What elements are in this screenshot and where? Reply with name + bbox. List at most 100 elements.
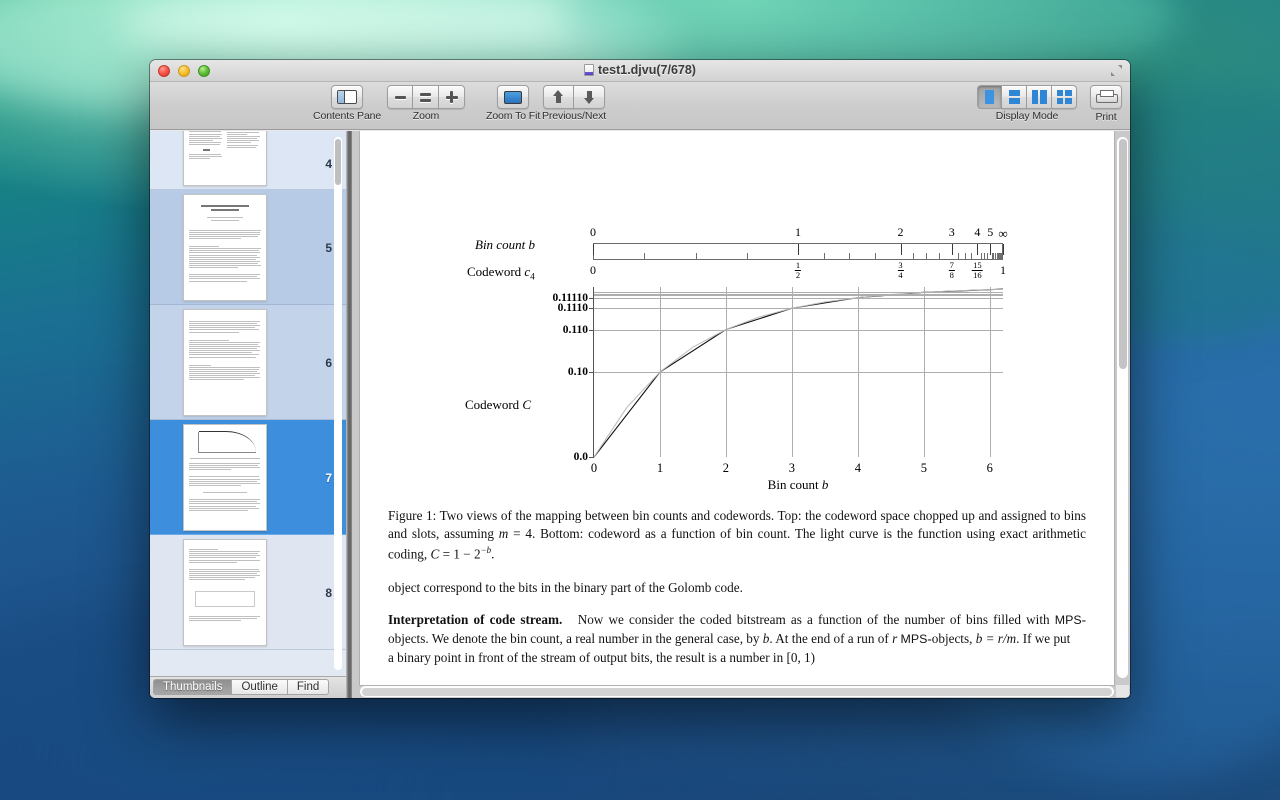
main-toolbar: Contents Pane Zoom Zoom To Fit Previous/…	[150, 82, 1130, 130]
window-resize-grip[interactable]	[1116, 685, 1129, 697]
line-chart: 0.0 0.10 0.110 0.1110 0.11110 0 1 2 3 4 5 6 Bin cou…	[553, 287, 1003, 492]
chart-y-tick-mark	[589, 457, 594, 458]
plot-area: 0.0 0.10 0.110 0.1110 0.11110 0 1 2 3 4 5 6	[553, 287, 1003, 475]
para2-mps-2: MPS	[900, 631, 928, 646]
list-item[interactable]: 4	[150, 131, 346, 190]
body-paragraph-2: Interpretation of code stream. Now we co…	[388, 611, 1086, 648]
previous-page-button[interactable]	[543, 85, 575, 109]
minus-icon	[394, 95, 406, 99]
ruler-major-tick	[593, 244, 594, 255]
zoom-actual-size-button[interactable]	[413, 85, 439, 109]
display-mode-single-page-button[interactable]	[977, 85, 1002, 109]
para2-part-a: Now we consider the coded bitstream as a…	[577, 612, 1055, 628]
fullscreen-icon[interactable]	[1110, 64, 1123, 77]
caption-exponent: −b	[480, 545, 492, 556]
sidebar-scrollbar[interactable]	[334, 137, 342, 670]
ruler-minor-tick	[913, 253, 915, 260]
print-button[interactable]	[1090, 85, 1122, 109]
chart-x-tick-label: 1	[656, 461, 664, 475]
list-item[interactable]: 8	[150, 535, 346, 650]
contents-pane-label: Contents Pane	[313, 110, 382, 122]
tab-thumbnails[interactable]: Thumbnails	[153, 679, 233, 695]
ruler-minor-tick	[938, 253, 940, 260]
tab-outline-label: Outline	[241, 681, 278, 693]
four-page-grid-icon	[1056, 90, 1072, 104]
thumbnail-list[interactable]: 4 5 6 7 8	[150, 131, 346, 676]
chart-x-axis-title: Bin count b	[767, 477, 829, 492]
list-item[interactable]: 6	[150, 305, 346, 420]
document-vscrollbar-thumb[interactable]	[1118, 139, 1127, 369]
caption-C-var: C	[430, 546, 440, 562]
two-page-side-by-side-icon	[1031, 90, 1047, 104]
previous-next-group: Previous/Next	[542, 85, 606, 122]
ruler-top-tick-label: 5	[987, 225, 994, 239]
display-mode-group: Display Mode	[977, 85, 1077, 122]
zoom-out-button[interactable]	[387, 85, 413, 109]
ruler-bottom-axis-label: Codeword c4	[467, 264, 535, 282]
chart-x-tick-label: 3	[788, 461, 796, 475]
window-content: 4 5 6 7 8 Thumbnails Outline Find Bin co…	[150, 131, 1130, 698]
chart-gridline-horizontal	[594, 372, 1003, 373]
thumbnail-page-image	[183, 194, 267, 301]
ruler-minor-tick	[874, 253, 876, 260]
chart-gridline-vertical	[791, 287, 793, 457]
ruler-minor-tick	[994, 253, 996, 260]
thumbnail-page-image	[183, 131, 267, 186]
display-mode-grid-button[interactable]	[1052, 85, 1077, 109]
page-nav-segmented-control	[543, 85, 606, 109]
thumbnail-page-image	[183, 309, 267, 416]
body-paragraph-3-clipped: a binary point in front of the stream of…	[388, 649, 816, 665]
zoom-to-fit-label: Zoom To Fit	[486, 110, 541, 122]
chart-gridline-vertical	[725, 287, 727, 457]
zoom-to-fit-button[interactable]	[497, 85, 530, 109]
previous-next-label: Previous/Next	[542, 110, 607, 122]
display-mode-two-page-stacked-button[interactable]	[1002, 85, 1027, 109]
chart-y-tick-mark	[589, 297, 594, 299]
contents-pane-icon	[337, 90, 358, 104]
document-hscrollbar-thumb[interactable]	[362, 687, 1112, 696]
chart-gridline-vertical	[659, 287, 661, 457]
document-view[interactable]: Bin count b Codeword c4 0 1 2 3 4 5 ∞ 0 1 2 3 4 7 8 15…	[352, 131, 1130, 698]
chart-y-tick-label: 0.11110	[552, 291, 588, 304]
ruler-bottom-tick-label: 34	[897, 260, 904, 280]
ruler-top-tick-label: 3	[948, 225, 955, 239]
tab-find[interactable]: Find	[287, 679, 330, 695]
djvu-viewer-window: test1.djvu(7/678) Contents Pane Zoom Zoo…	[150, 60, 1130, 698]
arrow-down-icon	[583, 90, 596, 104]
display-mode-two-page-side-button[interactable]	[1027, 85, 1052, 109]
figure-1: Bin count b Codeword c4 0 1 2 3 4 5 ∞ 0 1 2 3 4 7 8 15…	[465, 225, 1008, 492]
chart-y-tick-mark	[589, 372, 594, 373]
contents-pane-button[interactable]	[331, 85, 364, 109]
ruler-top-tick-label: 1	[795, 225, 801, 239]
thumbnail-page-number: 4	[325, 157, 332, 171]
chart-x-tick-label: 2	[722, 461, 730, 475]
figure-caption: Figure 1: Two views of the mapping betwe…	[388, 507, 1086, 564]
single-page-icon	[985, 90, 994, 104]
equals-icon	[420, 92, 431, 102]
ruler-major-tick	[900, 244, 902, 255]
chart-gridline-horizontal	[594, 297, 1003, 299]
next-page-button[interactable]	[574, 85, 606, 109]
para2-part-c: . At the end of a run of	[769, 630, 893, 646]
list-item[interactable]: 7	[150, 420, 346, 535]
ruler-ticks: 0 1 2 3 4 5 ∞ 0 1 2 3 4 7 8 15 16 1	[590, 225, 1008, 281]
window-titlebar[interactable]: test1.djvu(7/678)	[150, 60, 1130, 82]
ruler-bottom-tick-label: 78	[948, 260, 955, 280]
ruler-minor-tick	[964, 253, 966, 260]
ruler-minor-tick	[983, 253, 985, 260]
sidebar-scrollbar-thumb[interactable]	[335, 139, 341, 185]
zoom-in-button[interactable]	[439, 85, 465, 109]
ruler-bottom-tick-label: 15 16	[972, 260, 983, 280]
document-vertical-scrollbar[interactable]	[1117, 137, 1128, 678]
ruler-bottom-tick-label: 1	[1000, 263, 1006, 277]
ruler-top-tick-label: 0	[590, 225, 596, 239]
chart-y-tick-label: 0.0	[573, 451, 588, 463]
tab-outline[interactable]: Outline	[232, 679, 288, 695]
document-horizontal-scrollbar[interactable]	[360, 686, 1114, 697]
list-item[interactable]: 5	[150, 190, 346, 305]
caption-formula: = 1 − 2	[439, 546, 481, 562]
ruler-minor-tick	[970, 253, 972, 260]
sidebar-scrollbar-track[interactable]	[334, 137, 342, 670]
wallpaper-streak-2	[120, 0, 640, 60]
djvu-document-icon	[584, 64, 595, 76]
